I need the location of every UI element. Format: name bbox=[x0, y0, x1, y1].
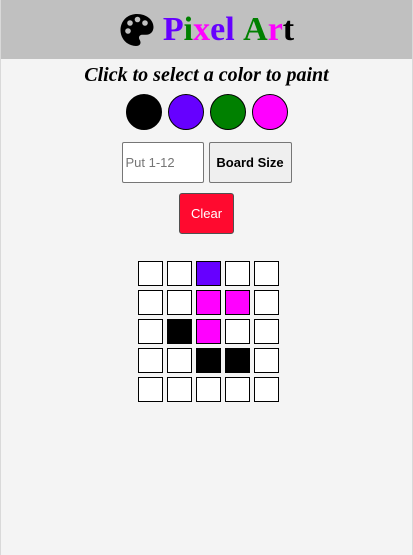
title-letter: i bbox=[183, 10, 194, 48]
title-letter: A bbox=[243, 10, 268, 48]
color-swatch[interactable] bbox=[167, 94, 204, 130]
pixel-cell[interactable] bbox=[167, 319, 192, 344]
pixel-cell[interactable] bbox=[196, 319, 221, 344]
pixel-cell[interactable] bbox=[196, 348, 221, 373]
pixel-board bbox=[138, 261, 279, 402]
title-letter: l bbox=[225, 10, 235, 48]
pixel-cell[interactable] bbox=[225, 377, 250, 402]
pixel-cell[interactable] bbox=[254, 261, 279, 286]
title-letter: e bbox=[210, 10, 226, 48]
title-letter bbox=[235, 13, 244, 47]
pixel-cell[interactable] bbox=[225, 319, 250, 344]
pixel-cell[interactable] bbox=[254, 377, 279, 402]
pixel-cell[interactable] bbox=[196, 290, 221, 315]
pixel-cell[interactable] bbox=[254, 290, 279, 315]
board-size-button[interactable]: Board Size bbox=[208, 142, 292, 183]
clear-button[interactable]: Clear bbox=[179, 193, 234, 234]
color-swatch[interactable] bbox=[251, 94, 288, 130]
color-swatch[interactable] bbox=[209, 94, 246, 130]
pixel-cell[interactable] bbox=[196, 261, 221, 286]
pixel-cell[interactable] bbox=[225, 348, 250, 373]
pixel-cell[interactable] bbox=[138, 290, 163, 315]
title-letter: P bbox=[162, 10, 184, 48]
pixel-cell[interactable] bbox=[138, 377, 163, 402]
pixel-cell[interactable] bbox=[138, 261, 163, 286]
board-size-input[interactable] bbox=[121, 142, 204, 183]
title-letter: t bbox=[282, 10, 295, 48]
palette-icon bbox=[120, 13, 154, 46]
pixel-cell[interactable] bbox=[254, 348, 279, 373]
title-letter: x bbox=[193, 10, 211, 48]
color-picker bbox=[1, 94, 412, 130]
pixel-cell[interactable] bbox=[196, 377, 221, 402]
board-size-controls: Board Size bbox=[1, 142, 412, 183]
clear-row: Clear bbox=[1, 193, 412, 234]
pixel-cell[interactable] bbox=[167, 377, 192, 402]
pixel-cell[interactable] bbox=[138, 348, 163, 373]
pixel-cell[interactable] bbox=[254, 319, 279, 344]
pixel-cell[interactable] bbox=[225, 290, 250, 315]
pixel-cell[interactable] bbox=[167, 290, 192, 315]
pixel-cell[interactable] bbox=[225, 261, 250, 286]
title-letter: r bbox=[267, 10, 283, 48]
app-header: Pixel Art bbox=[1, 0, 412, 59]
pixel-cell[interactable] bbox=[167, 348, 192, 373]
pixel-cell[interactable] bbox=[138, 319, 163, 344]
instructions-text: Click to select a color to paint bbox=[84, 64, 329, 86]
app-title: Pixel Art bbox=[162, 10, 295, 48]
pixel-cell[interactable] bbox=[167, 261, 192, 286]
color-swatch[interactable] bbox=[125, 94, 162, 130]
